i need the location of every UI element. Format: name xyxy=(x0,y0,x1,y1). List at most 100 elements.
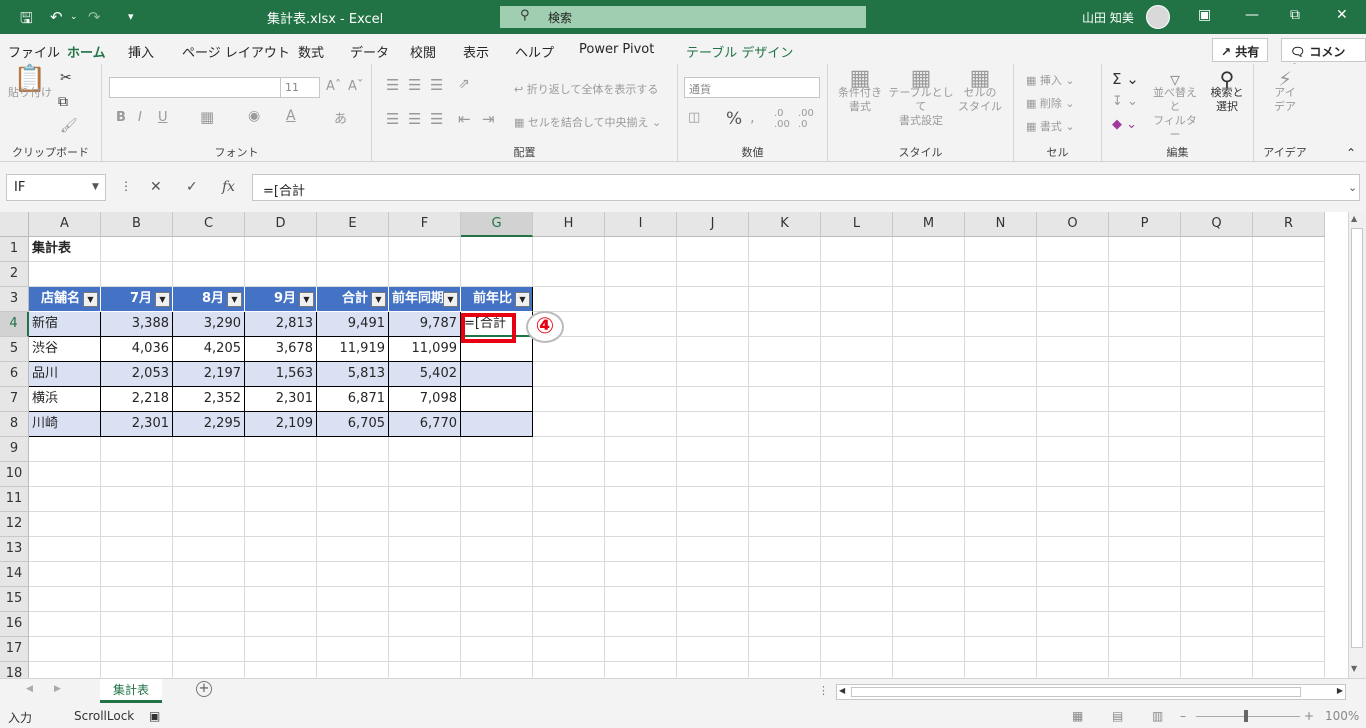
sheet-tab[interactable]: 集計表 xyxy=(100,679,162,703)
cell[interactable] xyxy=(389,612,461,637)
cell[interactable] xyxy=(893,312,965,337)
formula-cell[interactable] xyxy=(461,362,533,387)
cell[interactable] xyxy=(245,462,317,487)
percent-icon[interactable]: % xyxy=(726,109,742,129)
cell[interactable] xyxy=(245,537,317,562)
cell[interactable] xyxy=(965,562,1037,587)
cell[interactable] xyxy=(605,262,677,287)
cell[interactable] xyxy=(245,262,317,287)
column-header-H[interactable]: H xyxy=(533,212,605,237)
cell[interactable] xyxy=(29,262,101,287)
cell[interactable] xyxy=(605,487,677,512)
expand-formula-bar-icon[interactable]: ⌄ xyxy=(1348,181,1357,194)
cell[interactable] xyxy=(101,237,173,262)
cell[interactable] xyxy=(1109,387,1181,412)
wrap-text-button[interactable]: ↩ 折り返して全体を表示する xyxy=(514,81,658,97)
cell[interactable] xyxy=(605,362,677,387)
cell[interactable] xyxy=(29,487,101,512)
cell[interactable] xyxy=(1037,512,1109,537)
format-as-table-button[interactable]: ▦ テーブルとして 書式設定 xyxy=(884,68,958,128)
cell[interactable] xyxy=(173,537,245,562)
cell[interactable] xyxy=(1181,262,1253,287)
cell[interactable] xyxy=(533,487,605,512)
cell[interactable] xyxy=(1037,262,1109,287)
column-header-C[interactable]: C xyxy=(173,212,245,237)
cell[interactable] xyxy=(605,637,677,662)
cell[interactable] xyxy=(605,287,677,312)
cell[interactable] xyxy=(893,412,965,437)
value-cell[interactable]: 2,301 xyxy=(101,412,173,437)
cell[interactable] xyxy=(173,512,245,537)
cell[interactable] xyxy=(605,462,677,487)
accessibility-icon[interactable]: ▣ xyxy=(149,709,160,723)
cell[interactable] xyxy=(605,612,677,637)
cell[interactable] xyxy=(29,462,101,487)
formula-cell[interactable] xyxy=(461,412,533,437)
cell[interactable] xyxy=(173,562,245,587)
cell[interactable] xyxy=(317,587,389,612)
cell[interactable] xyxy=(821,362,893,387)
cell[interactable] xyxy=(1253,237,1325,262)
cell[interactable] xyxy=(1109,462,1181,487)
cell[interactable] xyxy=(821,237,893,262)
cell-styles-button[interactable]: ▦ セルの スタイル xyxy=(952,68,1008,114)
undo-icon[interactable]: ↶ xyxy=(50,8,63,26)
cell[interactable] xyxy=(749,512,821,537)
cell[interactable] xyxy=(461,462,533,487)
cell[interactable] xyxy=(245,562,317,587)
cell[interactable] xyxy=(749,337,821,362)
page-break-view-icon[interactable]: ▥ xyxy=(1152,709,1163,723)
tab-insert[interactable]: 挿入 xyxy=(128,42,154,61)
row-header-16[interactable]: 16 xyxy=(0,612,29,637)
row-header-11[interactable]: 11 xyxy=(0,487,29,512)
cell[interactable] xyxy=(1253,562,1325,587)
cell[interactable] xyxy=(749,612,821,637)
cell[interactable] xyxy=(1253,362,1325,387)
insert-cells-button[interactable]: ▦ 挿入 ⌄ xyxy=(1026,72,1075,88)
cell[interactable] xyxy=(101,437,173,462)
cell[interactable] xyxy=(1109,512,1181,537)
cell[interactable] xyxy=(1253,637,1325,662)
cell[interactable] xyxy=(29,537,101,562)
cell[interactable] xyxy=(605,512,677,537)
sort-filter-button[interactable]: ▿ 並べ替えと フィルター xyxy=(1148,69,1202,142)
clear-icon[interactable]: ◆ ⌄ xyxy=(1112,117,1137,132)
cell[interactable] xyxy=(1253,437,1325,462)
cell[interactable] xyxy=(1037,537,1109,562)
value-cell[interactable]: 2,295 xyxy=(173,412,245,437)
worksheet-grid[interactable]: A B C D E F G H I J K L M N O P Q R 1 2 3 4 5 6 7 8 9 10 11 12 13 14 15 1… xyxy=(0,212,1348,678)
cell[interactable] xyxy=(677,287,749,312)
cell[interactable] xyxy=(821,612,893,637)
value-cell[interactable]: 2,197 xyxy=(173,362,245,387)
cell[interactable] xyxy=(1181,237,1253,262)
cell[interactable] xyxy=(749,387,821,412)
row-header-14[interactable]: 14 xyxy=(0,562,29,587)
cell[interactable] xyxy=(677,662,749,678)
currency-icon[interactable]: ◫ xyxy=(688,110,700,125)
conditional-formatting-button[interactable]: ▦ 条件付き 書式 xyxy=(834,68,886,114)
cell[interactable] xyxy=(461,587,533,612)
cell[interactable] xyxy=(1181,412,1253,437)
cell[interactable] xyxy=(821,412,893,437)
cell[interactable] xyxy=(965,362,1037,387)
cell[interactable] xyxy=(821,387,893,412)
cell[interactable] xyxy=(1037,237,1109,262)
table-header-cell[interactable]: 前年比 ▼ xyxy=(461,287,533,312)
cell[interactable] xyxy=(461,537,533,562)
cell[interactable] xyxy=(605,412,677,437)
ribbon-display-options-icon[interactable]: ▣ xyxy=(1198,7,1211,23)
close-icon[interactable]: ✕ xyxy=(1336,7,1348,23)
cell[interactable] xyxy=(173,612,245,637)
cell[interactable] xyxy=(533,612,605,637)
cell[interactable] xyxy=(245,512,317,537)
cell[interactable] xyxy=(821,262,893,287)
cell[interactable] xyxy=(1253,662,1325,678)
cell[interactable] xyxy=(749,587,821,612)
find-select-button[interactable]: ⚲ 検索と 選択 xyxy=(1204,69,1250,114)
cell[interactable] xyxy=(965,412,1037,437)
cell[interactable] xyxy=(749,487,821,512)
cell[interactable] xyxy=(461,662,533,678)
zoom-level[interactable]: 100% xyxy=(1325,709,1359,723)
cell[interactable] xyxy=(317,262,389,287)
cell[interactable] xyxy=(389,462,461,487)
